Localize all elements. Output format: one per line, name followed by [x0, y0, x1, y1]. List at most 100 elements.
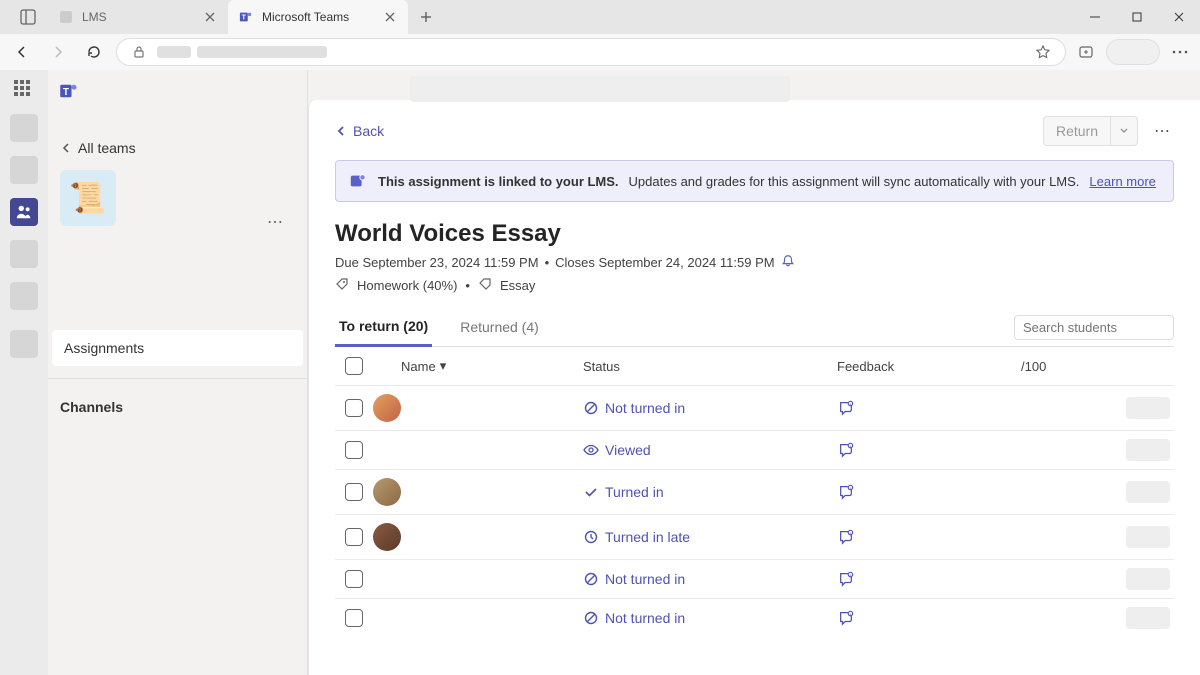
all-teams-link[interactable]: All teams: [48, 132, 307, 164]
close-icon[interactable]: [202, 9, 218, 25]
feedback-icon[interactable]: +: [837, 570, 855, 588]
chevron-left-icon: [335, 125, 347, 137]
tab-label: LMS: [82, 10, 107, 24]
col-header-status[interactable]: Status: [583, 359, 837, 374]
bell-icon[interactable]: [781, 254, 795, 271]
status-icon: [583, 610, 599, 626]
tab-returned[interactable]: Returned (4): [456, 309, 543, 345]
nav-assignments[interactable]: Assignments: [52, 330, 303, 366]
lms-link-icon: [348, 171, 368, 191]
chevron-down-icon[interactable]: [1110, 117, 1137, 145]
select-all-checkbox[interactable]: [345, 357, 363, 375]
new-tab-button[interactable]: [412, 3, 440, 31]
svg-text:+: +: [849, 573, 851, 577]
rail-item[interactable]: [10, 156, 38, 184]
score-input[interactable]: [1126, 607, 1170, 629]
team-more-icon[interactable]: ⋯: [271, 210, 295, 234]
back-link[interactable]: Back: [335, 123, 384, 139]
search-input[interactable]: [1023, 320, 1199, 335]
site-info-icon[interactable]: [127, 40, 151, 64]
status-cell: Turned in: [583, 484, 837, 500]
close-icon[interactable]: [382, 9, 398, 25]
feedback-icon[interactable]: +: [837, 483, 855, 501]
avatar: [373, 478, 401, 506]
rail-item[interactable]: [10, 240, 38, 268]
collections-icon[interactable]: [1074, 40, 1098, 64]
score-input[interactable]: [1126, 481, 1170, 503]
rail-item-teams[interactable]: [10, 198, 38, 226]
status-text: Turned in late: [605, 529, 690, 545]
close-window-button[interactable]: [1158, 0, 1200, 34]
score-input[interactable]: [1126, 568, 1170, 590]
feedback-icon[interactable]: +: [837, 399, 855, 417]
essay-tag: Essay: [500, 278, 535, 293]
score-input[interactable]: [1126, 526, 1170, 548]
status-cell: Not turned in: [583, 571, 837, 587]
status-icon: [583, 484, 599, 500]
forward-button[interactable]: [44, 38, 72, 66]
status-cell: Viewed: [583, 442, 837, 458]
status-icon: [583, 400, 599, 416]
row-checkbox[interactable]: [345, 441, 363, 459]
status-icon: [583, 529, 599, 545]
student-row[interactable]: Turned in +: [335, 469, 1174, 514]
student-row[interactable]: Viewed+: [335, 430, 1174, 469]
return-label: Return: [1044, 117, 1110, 145]
col-header-feedback[interactable]: Feedback: [837, 359, 1017, 374]
chevron-left-icon: [60, 142, 72, 154]
col-header-name[interactable]: Name ▾: [373, 358, 583, 374]
col-header-score[interactable]: /100: [1017, 359, 1174, 374]
favorite-star-icon[interactable]: [1031, 40, 1055, 64]
url-placeholder: [197, 46, 327, 58]
feedback-icon[interactable]: +: [837, 528, 855, 546]
maximize-button[interactable]: [1116, 0, 1158, 34]
row-checkbox[interactable]: [345, 609, 363, 627]
svg-text:+: +: [849, 531, 851, 535]
svg-text:+: +: [849, 486, 851, 490]
address-bar[interactable]: [116, 38, 1066, 66]
banner-text: Updates and grades for this assignment w…: [629, 174, 1080, 189]
due-text: Due September 23, 2024 11:59 PM: [335, 255, 539, 270]
row-checkbox[interactable]: [345, 570, 363, 588]
student-row[interactable]: Not turned in +: [335, 559, 1174, 598]
team-avatar[interactable]: 📜: [60, 170, 116, 226]
tab-page-icon: [58, 9, 74, 25]
browser-tab-lms[interactable]: LMS: [48, 0, 228, 34]
teams-side-panel: T All teams 📜 ⋯ Assignments Channels: [48, 70, 308, 675]
feedback-icon[interactable]: +: [837, 441, 855, 459]
refresh-button[interactable]: [80, 38, 108, 66]
score-input[interactable]: [1126, 397, 1170, 419]
banner-bold: This assignment is linked to your LMS.: [378, 174, 619, 189]
channels-header[interactable]: Channels: [48, 378, 307, 425]
row-checkbox[interactable]: [345, 528, 363, 546]
banner-learn-more-link[interactable]: Learn more: [1089, 174, 1155, 189]
browser-menu-icon[interactable]: [1168, 40, 1192, 64]
score-input[interactable]: [1126, 439, 1170, 461]
app-launcher-icon[interactable]: [14, 80, 34, 100]
more-actions-icon[interactable]: ⋯: [1150, 117, 1174, 145]
row-checkbox[interactable]: [345, 483, 363, 501]
row-checkbox[interactable]: [345, 399, 363, 417]
rail-item[interactable]: [10, 282, 38, 310]
search-students[interactable]: [1014, 315, 1174, 340]
student-row[interactable]: Not turned in+: [335, 598, 1174, 637]
back-label: Back: [353, 123, 384, 139]
return-button[interactable]: Return: [1043, 116, 1138, 146]
back-button[interactable]: [8, 38, 36, 66]
status-text: Not turned in: [605, 571, 685, 587]
all-teams-label: All teams: [78, 140, 136, 156]
rail-item[interactable]: [10, 330, 38, 358]
teams-search-placeholder[interactable]: [410, 76, 790, 102]
rail-item[interactable]: [10, 114, 38, 142]
nav-label: Assignments: [64, 340, 144, 356]
scroll-icon: 📜: [69, 181, 106, 216]
profile-button[interactable]: [1106, 39, 1160, 65]
tab-actions-icon[interactable]: [18, 7, 38, 27]
student-row[interactable]: Not turned in+: [335, 385, 1174, 430]
minimize-button[interactable]: [1074, 0, 1116, 34]
student-row[interactable]: Turned in late +: [335, 514, 1174, 559]
tab-to-return[interactable]: To return (20): [335, 308, 432, 347]
feedback-icon[interactable]: +: [837, 609, 855, 627]
browser-tab-teams[interactable]: T Microsoft Teams: [228, 0, 408, 34]
table-header: Name ▾ Status Feedback /100: [335, 347, 1174, 385]
